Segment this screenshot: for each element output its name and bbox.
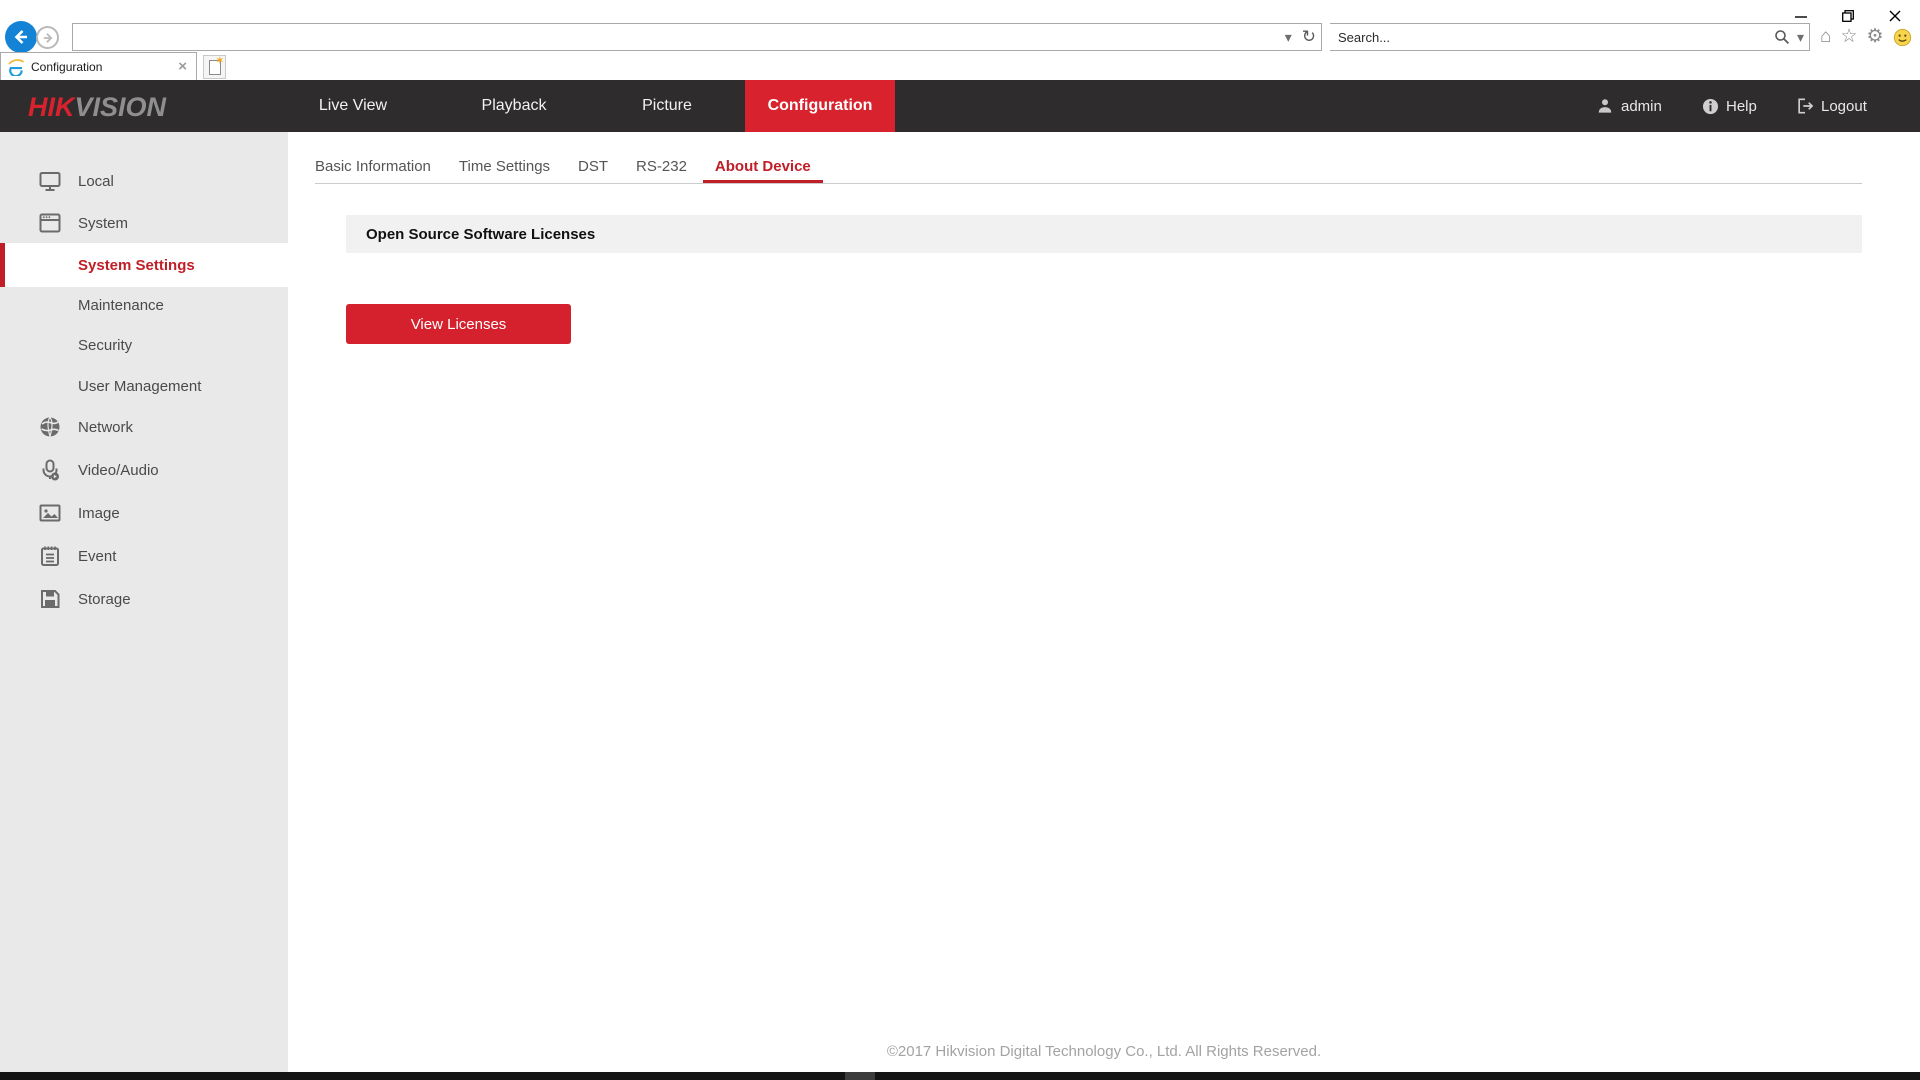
tab-close-icon[interactable]: × (175, 58, 190, 75)
image-icon (38, 501, 62, 525)
tab-divider-line (315, 183, 1862, 184)
sidebar-item-local[interactable]: Local (0, 159, 288, 203)
smiley-feedback-icon[interactable] (1893, 28, 1912, 47)
sidebar-item-system-settings[interactable]: System Settings (0, 243, 288, 287)
view-licenses-button[interactable]: View Licenses (346, 304, 571, 344)
address-dropdown-caret-icon[interactable]: ▾ (1280, 29, 1297, 46)
main-content: Basic Information Time Settings DST RS-2… (288, 132, 1920, 1072)
copyright-footer: ©2017 Hikvision Digital Technology Co., … (288, 1043, 1920, 1060)
monitor-icon (38, 169, 62, 193)
favorites-star-icon[interactable]: ☆ (1840, 26, 1857, 48)
search-icon[interactable] (1772, 29, 1792, 45)
browser-tab-row: Configuration × ✶ (0, 52, 1920, 80)
hikvision-logo: HIKVISION (28, 92, 166, 123)
tab-title: Configuration (31, 60, 175, 74)
event-icon (38, 544, 62, 568)
address-bar[interactable]: ▾ ↻ (72, 23, 1322, 51)
back-arrow-icon (11, 27, 31, 47)
nav-live-view[interactable]: Live View (319, 80, 387, 132)
taskbar-edge (0, 1072, 1920, 1080)
nav-configuration[interactable]: Configuration (745, 80, 895, 132)
sidebar-item-system[interactable]: System (0, 201, 288, 245)
user-name: admin (1621, 98, 1662, 115)
logout-button[interactable]: Logout (1795, 80, 1867, 132)
sidebar-item-user-management[interactable]: User Management (0, 364, 288, 408)
browser-chrome: ▾ ↻ ▾ ⌂ ☆ ⚙ Configuration (0, 0, 1920, 80)
sidebar-item-storage[interactable]: Storage (0, 577, 288, 621)
new-tab-page-icon: ✶ (209, 60, 221, 75)
restore-icon (1841, 9, 1855, 23)
tab-rs-232[interactable]: RS-232 (636, 151, 687, 183)
browser-search-input[interactable] (1330, 30, 1772, 45)
nav-picture[interactable]: Picture (642, 80, 692, 132)
sidebar-item-maintenance[interactable]: Maintenance (0, 283, 288, 327)
tab-time-settings[interactable]: Time Settings (459, 151, 550, 183)
content-tab-bar: Basic Information Time Settings DST RS-2… (315, 151, 811, 183)
logout-icon (1795, 96, 1815, 116)
sidebar-item-network[interactable]: Network (0, 405, 288, 449)
forward-arrow-icon (41, 31, 55, 45)
browser-search-box[interactable]: ▾ (1330, 23, 1810, 51)
help-button[interactable]: Help (1701, 80, 1757, 132)
new-tab-button[interactable]: ✶ (203, 55, 226, 79)
address-input[interactable] (73, 30, 1280, 45)
sidebar: Local System System Settings Maintenance… (0, 132, 288, 1072)
window-icon (38, 211, 62, 235)
section-header: Open Source Software Licenses (346, 215, 1862, 253)
ie-logo-icon (7, 58, 25, 76)
taskbar-edge-segment (845, 1072, 875, 1080)
window-restore-button[interactable] (1833, 6, 1863, 26)
tab-basic-information[interactable]: Basic Information (315, 151, 431, 183)
storage-icon (38, 587, 62, 611)
sidebar-item-security[interactable]: Security (0, 323, 288, 367)
microphone-icon (38, 458, 62, 482)
browser-forward-button[interactable] (36, 26, 59, 49)
settings-gear-icon[interactable]: ⚙ (1867, 26, 1884, 48)
browser-toolbar-icons: ⌂ ☆ ⚙ (1820, 26, 1912, 48)
section-title: Open Source Software Licenses (366, 226, 595, 243)
app-header: HIKVISION Live View Playback Picture Con… (0, 80, 1920, 132)
sidebar-item-event[interactable]: Event (0, 534, 288, 578)
help-label: Help (1726, 98, 1757, 115)
globe-icon (38, 415, 62, 439)
browser-back-button[interactable] (5, 21, 37, 53)
active-indicator-bar (0, 243, 5, 287)
refresh-icon[interactable]: ↻ (1297, 27, 1321, 47)
nav-playback[interactable]: Playback (482, 80, 547, 132)
search-dropdown-caret-icon[interactable]: ▾ (1792, 29, 1809, 46)
user-icon (1595, 96, 1615, 116)
home-icon[interactable]: ⌂ (1820, 26, 1831, 48)
user-account: admin (1595, 80, 1662, 132)
sidebar-item-video-audio[interactable]: Video/Audio (0, 448, 288, 492)
tab-about-device[interactable]: About Device (715, 151, 811, 183)
minimize-icon (1794, 9, 1808, 23)
close-icon (1888, 9, 1902, 23)
help-info-icon (1701, 97, 1720, 116)
window-close-button[interactable] (1880, 6, 1910, 26)
screen: ▾ ↻ ▾ ⌂ ☆ ⚙ Configuration (0, 0, 1920, 1080)
browser-tab-configuration[interactable]: Configuration × (0, 52, 197, 80)
logout-label: Logout (1821, 98, 1867, 115)
sidebar-item-image[interactable]: Image (0, 491, 288, 535)
tab-dst[interactable]: DST (578, 151, 608, 183)
